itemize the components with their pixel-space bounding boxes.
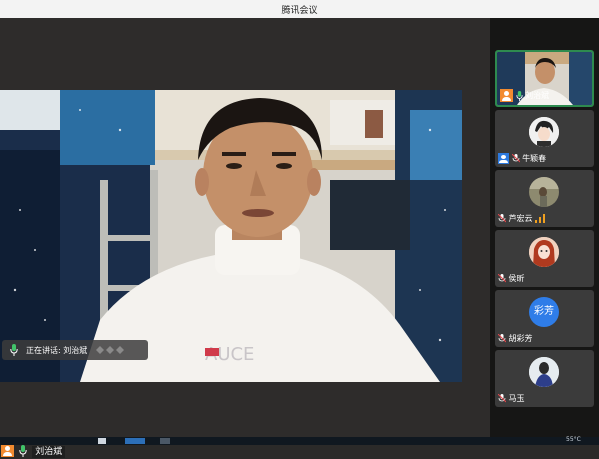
taskbar-clock: 55°C xyxy=(566,436,581,443)
participant-tile[interactable]: 芦宏云 xyxy=(495,170,594,227)
participant-tile[interactable]: 刘治斌 xyxy=(495,50,594,107)
speaking-indicator: 正在讲话: 刘治斌 xyxy=(2,340,148,360)
participant-label: 侯昕 xyxy=(497,273,525,284)
main-stage: AUCE 正在讲话: 刘治斌 刘治斌 xyxy=(0,18,490,458)
avatar xyxy=(529,357,559,387)
participant-label: 刘治斌 xyxy=(500,89,549,102)
speaking-label: 正在讲话: 刘治斌 xyxy=(26,346,88,355)
main-name: 刘治斌 xyxy=(32,446,66,458)
girl-avatar-icon xyxy=(529,237,559,267)
participant-name: 刘治斌 xyxy=(525,91,550,100)
participant-label: 马玉 xyxy=(497,393,525,404)
avatar xyxy=(529,177,559,207)
title-bar: 腾讯会议 xyxy=(0,0,599,18)
anime-avatar-icon xyxy=(529,117,559,147)
cohost-icon xyxy=(498,153,509,164)
photo-avatar-icon xyxy=(529,357,559,387)
signal-strength-icon xyxy=(535,214,546,223)
mic-muted-icon xyxy=(497,273,507,283)
participant-name: 牛颖春 xyxy=(522,154,547,163)
mic-muted-icon xyxy=(511,153,520,163)
participant-tile[interactable]: 彩芳 胡彩芳 xyxy=(495,290,594,347)
avatar xyxy=(529,117,559,147)
avatar xyxy=(529,237,559,267)
taskbar: 55°C xyxy=(0,436,599,445)
taskbar-icon[interactable] xyxy=(160,438,170,444)
photo-avatar-icon xyxy=(529,177,559,207)
participant-list: 刘治斌 牛颖春 芦宏云 侯昕 彩芳 胡彩芳 马玉 xyxy=(490,18,599,437)
participant-tile[interactable]: 马玉 xyxy=(495,350,594,407)
participant-name: 胡彩芳 xyxy=(508,334,533,343)
taskbar-icon[interactable] xyxy=(98,438,106,444)
taskbar-app-icon[interactable] xyxy=(125,438,145,444)
mic-muted-icon xyxy=(497,333,507,343)
main-video[interactable]: AUCE xyxy=(0,90,462,382)
participant-label: 芦宏云 xyxy=(497,213,546,224)
participant-label: 胡彩芳 xyxy=(497,333,533,344)
host-icon xyxy=(1,444,14,457)
participant-name: 马玉 xyxy=(508,394,525,403)
speaker-video-frame: AUCE xyxy=(0,90,462,382)
participant-name: 芦宏云 xyxy=(508,214,533,223)
mic-muted-icon xyxy=(497,213,507,223)
participant-tile[interactable]: 牛颖春 xyxy=(495,110,594,167)
mic-icon xyxy=(19,444,27,457)
window-title: 腾讯会议 xyxy=(281,6,318,16)
blurred-name-icon xyxy=(96,346,124,354)
mic-muted-icon xyxy=(497,393,507,403)
avatar: 彩芳 xyxy=(529,297,559,327)
participant-tile[interactable]: 侯昕 xyxy=(495,230,594,287)
host-icon xyxy=(500,89,513,102)
mic-icon xyxy=(515,90,523,101)
participant-name: 侯昕 xyxy=(508,274,525,283)
mic-icon xyxy=(10,344,18,356)
participant-label: 牛颖春 xyxy=(498,153,546,164)
